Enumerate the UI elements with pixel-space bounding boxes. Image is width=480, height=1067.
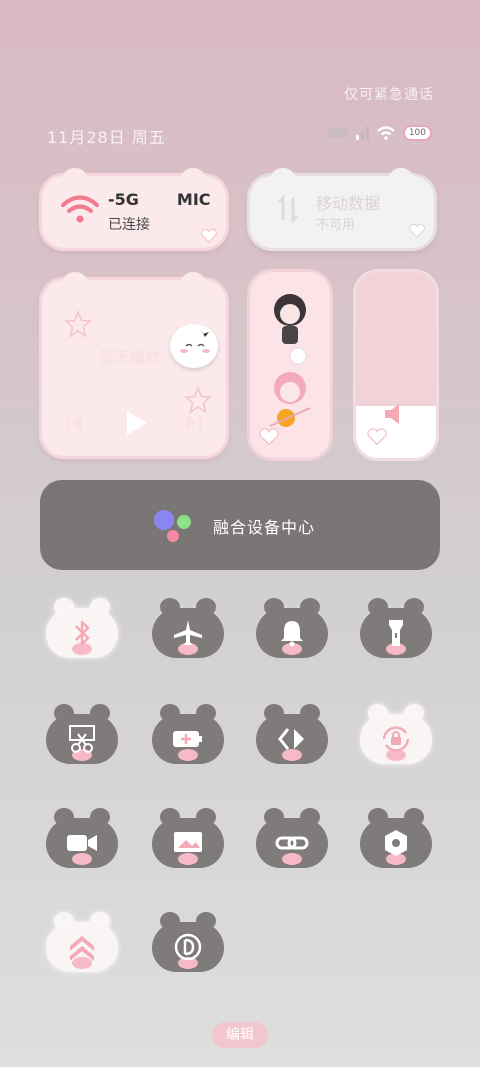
- airplane-icon: [174, 620, 202, 645]
- rotation-lock-icon: [382, 726, 410, 752]
- link-icon: [275, 836, 309, 850]
- share-icon: [278, 728, 304, 750]
- screen-record-toggle[interactable]: [46, 808, 118, 868]
- bell-icon: [281, 621, 303, 647]
- flashlight-icon: [389, 620, 403, 646]
- share-toggle[interactable]: [256, 704, 328, 764]
- nfc-toggle[interactable]: [152, 912, 224, 972]
- video-camera-icon: [67, 835, 97, 851]
- heart-icon: [408, 223, 426, 242]
- ear-decoration: [180, 168, 206, 184]
- signal-icon: [355, 126, 369, 140]
- edit-button[interactable]: 编辑: [212, 1022, 268, 1048]
- anime-sticker-image: [269, 294, 311, 427]
- mobile-data-status: 不可用: [316, 218, 356, 233]
- projection-toggle[interactable]: [152, 808, 224, 868]
- rotation-lock-toggle[interactable]: [360, 704, 432, 764]
- ear-decoration: [270, 168, 296, 184]
- mobile-data-title: 移动数据: [316, 194, 381, 213]
- wifi-status-icon: [377, 126, 395, 140]
- media-player-tile[interactable]: 暂无播放: [42, 272, 226, 456]
- screenshot-toggle[interactable]: [46, 704, 118, 764]
- ear-decoration: [388, 168, 414, 184]
- chevrons-up-icon: [70, 936, 94, 961]
- photo-widget[interactable]: [250, 272, 330, 458]
- battery-plus-icon: [173, 731, 202, 747]
- status-icons: 100: [327, 122, 432, 144]
- media-status-text: 暂无播放: [100, 348, 161, 366]
- wifi-name: -5G MIC: [108, 190, 211, 209]
- battery-icon: 100: [402, 125, 432, 141]
- heart-icon: [258, 428, 280, 450]
- settings-toggle[interactable]: [360, 808, 432, 868]
- emergency-call-text: 仅可紧急通话: [344, 87, 434, 103]
- screen-cast-icon: [174, 832, 202, 852]
- performance-mode-toggle[interactable]: [46, 912, 118, 972]
- nfc-icon: [174, 933, 202, 961]
- mascot-icon: [170, 324, 218, 368]
- next-icon[interactable]: [184, 412, 204, 434]
- date-text: 11月28日 周五: [47, 128, 166, 147]
- link-toggle[interactable]: [256, 808, 328, 868]
- airplane-mode-toggle[interactable]: [152, 598, 224, 658]
- previous-icon[interactable]: [64, 412, 84, 434]
- mobile-data-icon: [277, 194, 299, 224]
- speaker-icon: [385, 404, 399, 424]
- battery-saver-toggle[interactable]: [152, 704, 224, 764]
- ringer-toggle[interactable]: [256, 598, 328, 658]
- play-icon[interactable]: [122, 408, 150, 438]
- flashlight-toggle[interactable]: [360, 598, 432, 658]
- bluetooth-icon: [75, 620, 90, 646]
- volume-slider[interactable]: [356, 272, 436, 458]
- scissors-icon: [69, 725, 95, 753]
- ear-decoration: [62, 272, 88, 288]
- wifi-icon: [61, 195, 99, 223]
- star-icon: [184, 386, 212, 414]
- ear-decoration: [62, 168, 88, 184]
- wifi-tile[interactable]: -5G MIC 已连接: [42, 168, 226, 248]
- gear-icon: [385, 830, 407, 856]
- heart-icon: [200, 228, 218, 243]
- fusion-device-center-button[interactable]: 融合设备中心: [40, 480, 440, 570]
- heart-icon: [366, 428, 388, 450]
- fusion-label: 融合设备中心: [213, 518, 316, 537]
- fusion-logo-icon: [154, 510, 191, 542]
- ear-decoration: [180, 272, 206, 288]
- star-icon: [64, 310, 92, 338]
- bluetooth-toggle[interactable]: [46, 598, 118, 658]
- mobile-data-tile[interactable]: 移动数据 不可用: [250, 168, 434, 248]
- cloud-icon: [327, 128, 348, 138]
- wifi-status: 已连接: [108, 217, 150, 233]
